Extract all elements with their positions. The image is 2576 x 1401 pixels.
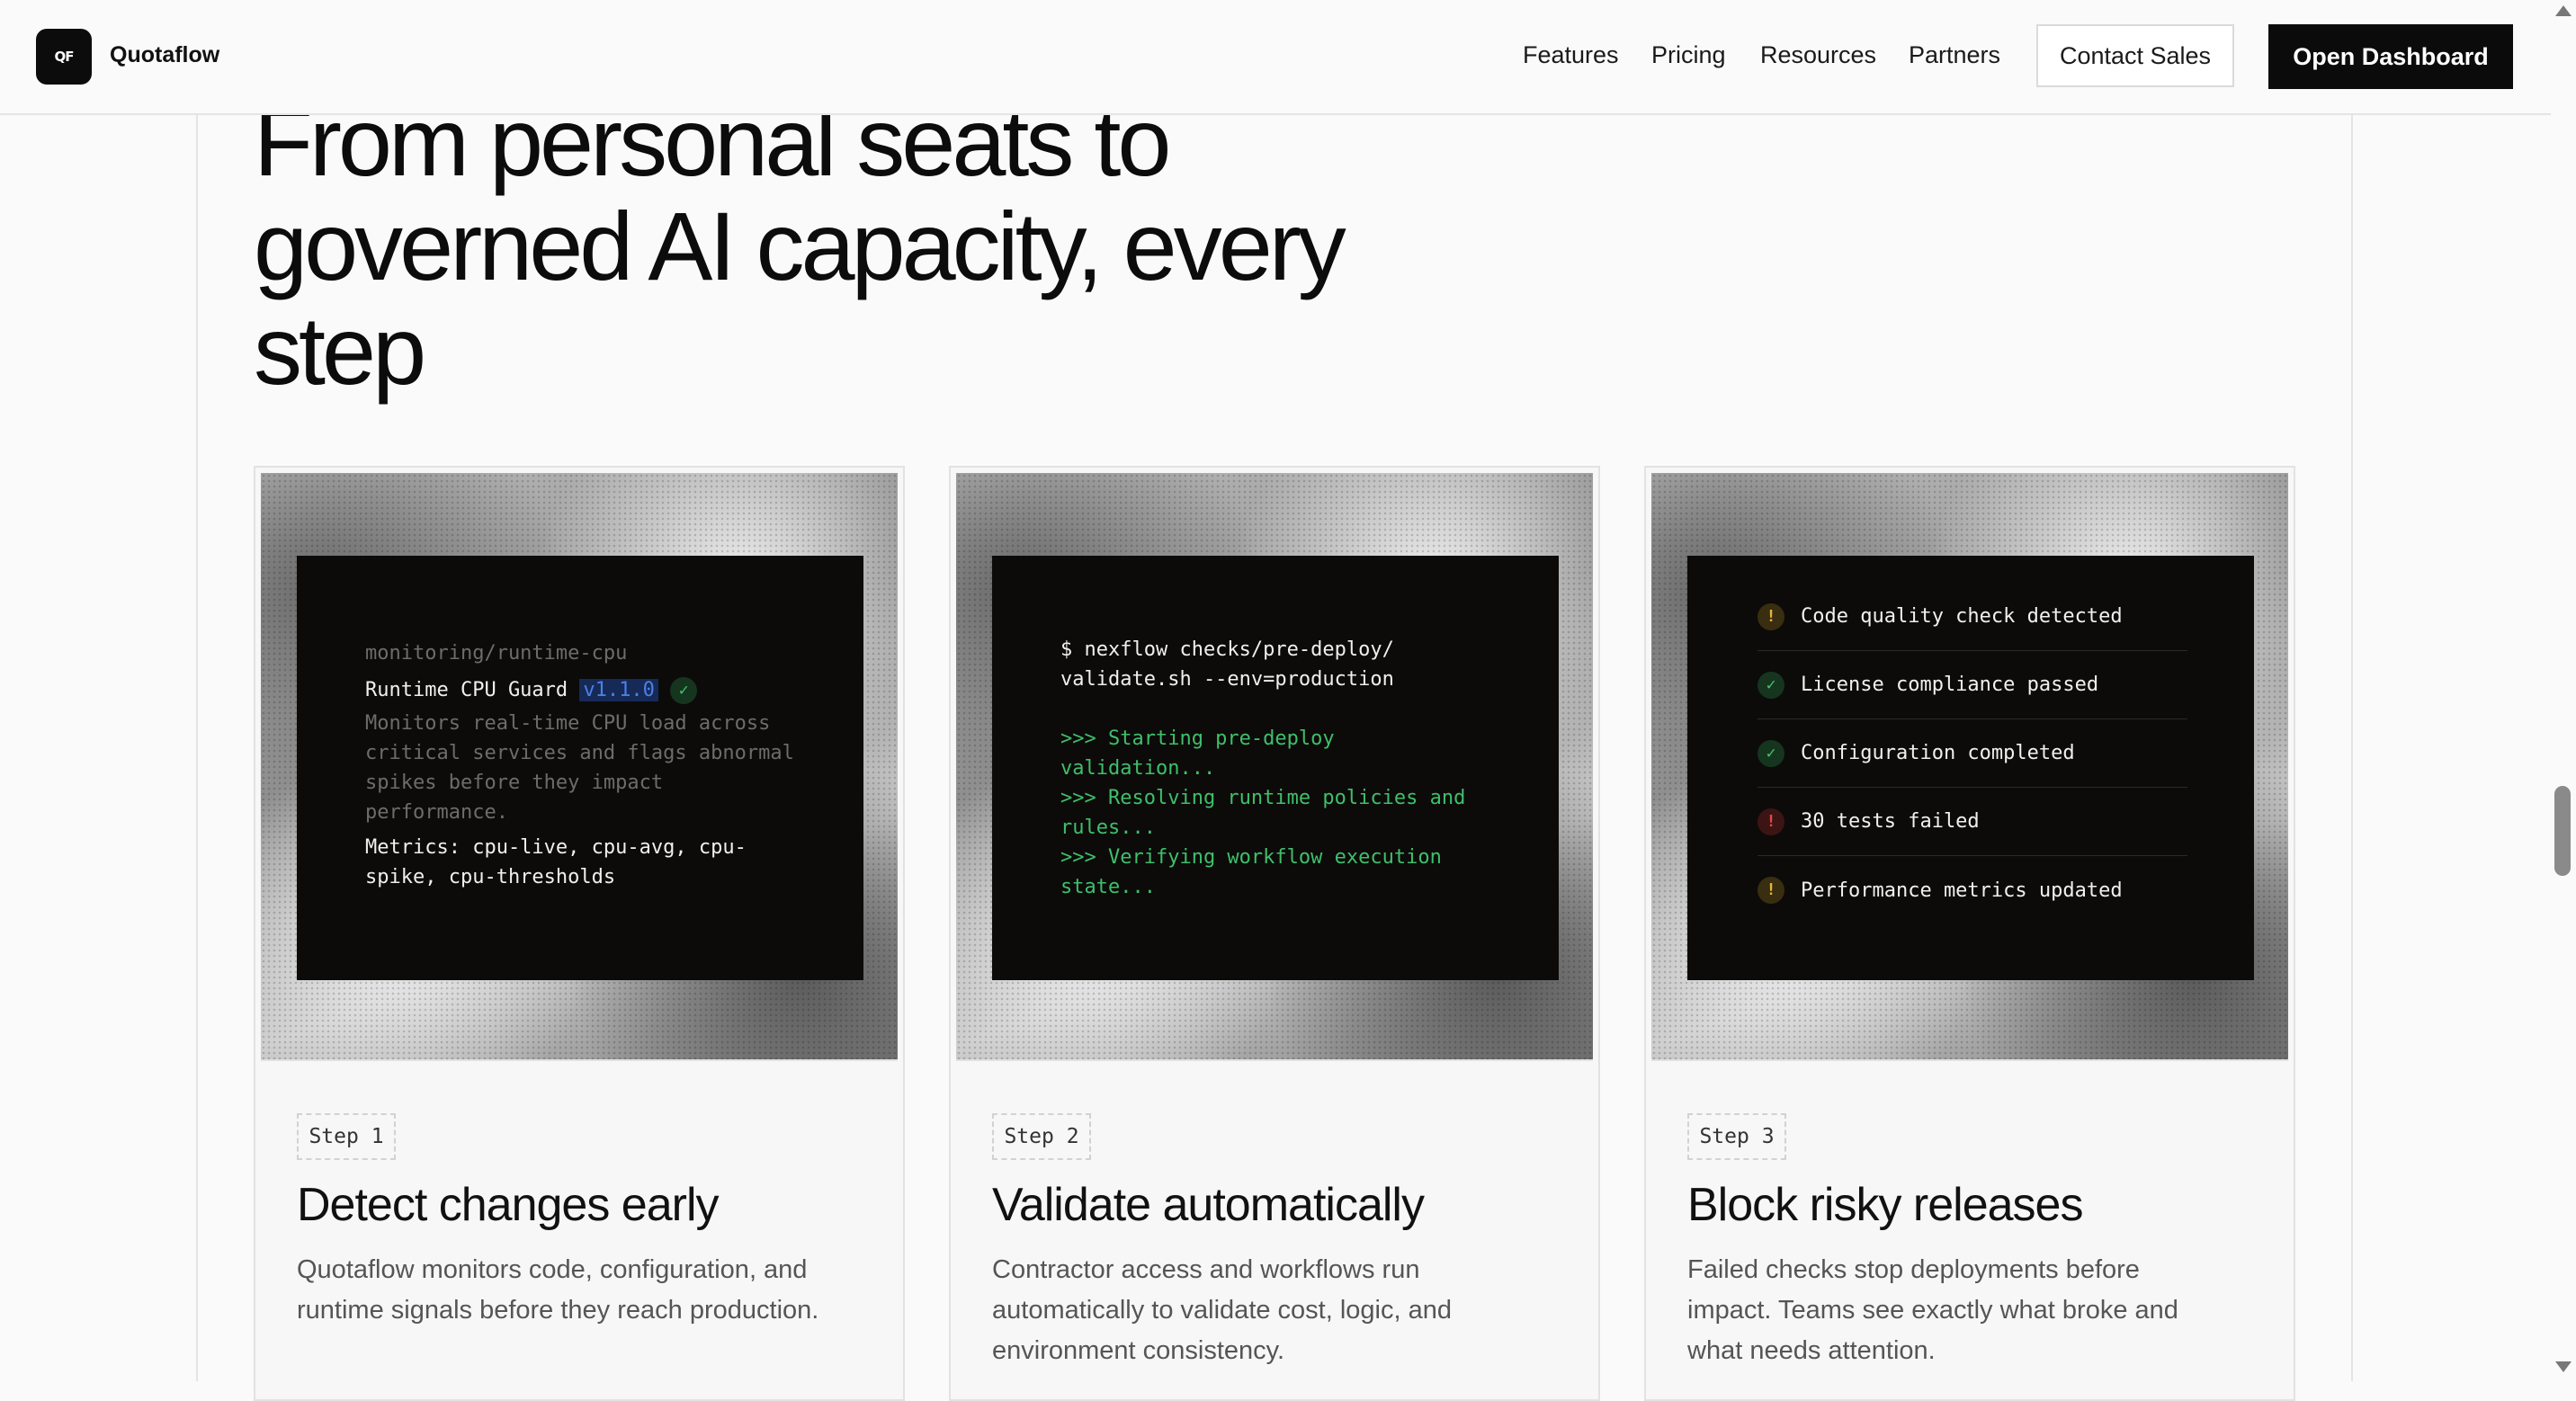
nav-features[interactable]: Features	[1523, 41, 1619, 69]
card-title: Detect changes early	[297, 1179, 719, 1231]
check-row: ✓ Configuration completed	[1758, 719, 2187, 788]
step-badge: Step 1	[297, 1113, 396, 1160]
command-line: $ nexflow checks/pre-deploy/	[1060, 638, 1394, 661]
card-background-image: $ nexflow checks/pre-deploy/ validate.sh…	[956, 473, 1593, 1061]
card-description: Quotaflow monitors code, configuration, …	[297, 1255, 819, 1325]
monitor-name: Runtime CPU Guard	[365, 679, 568, 701]
nav-pricing[interactable]: Pricing	[1651, 41, 1726, 69]
image-divider	[1651, 1059, 2288, 1061]
monitor-desc-line: spikes before they impact	[365, 772, 664, 794]
step-card-2: $ nexflow checks/pre-deploy/ validate.sh…	[949, 466, 1600, 1401]
logo-mark[interactable]: QF	[36, 29, 92, 85]
output-line: validation...	[1060, 757, 1216, 780]
output-line: >>> Resolving runtime policies and	[1060, 787, 1466, 809]
card-title: Validate automatically	[992, 1179, 1425, 1231]
terminal-path: monitoring/runtime-cpu	[365, 642, 628, 665]
card-background-image: ! Code quality check detected ✓ License …	[1651, 473, 2288, 1061]
check-label: License compliance passed	[1801, 674, 2099, 696]
section-headline: From personal seats to governed AI capac…	[254, 90, 1423, 403]
card-description: Failed checks stop deployments before im…	[1687, 1255, 2178, 1365]
scrollbar-thumb[interactable]	[2554, 786, 2571, 876]
command-line: validate.sh --env=production	[1060, 668, 1394, 691]
terminal-panel: $ nexflow checks/pre-deploy/ validate.sh…	[992, 556, 1559, 980]
warning-icon: !	[1758, 877, 1784, 904]
step-badge: Step 3	[1687, 1113, 1786, 1160]
top-navigation: QF Quotaflow Features Pricing Resources …	[0, 0, 2551, 115]
card-background-image: monitoring/runtime-cpu Runtime CPU Guard…	[261, 473, 898, 1061]
output-line: >>> Verifying workflow execution	[1060, 846, 1442, 869]
monitor-desc-line: critical services and flags abnormal	[365, 742, 794, 764]
image-divider	[956, 1059, 1593, 1061]
scrollbar[interactable]	[2551, 0, 2576, 1381]
check-label: Configuration completed	[1801, 742, 2075, 764]
monitor-desc-line: performance.	[365, 801, 508, 824]
brand-name[interactable]: Quotaflow	[110, 42, 219, 68]
check-row: ! Code quality check detected	[1758, 583, 2187, 651]
error-icon: !	[1758, 808, 1784, 835]
check-icon: ✓	[1758, 671, 1784, 699]
version-badge: v1.1.0	[579, 679, 658, 701]
check-label: Performance metrics updated	[1801, 879, 2123, 902]
checks-panel: ! Code quality check detected ✓ License …	[1687, 556, 2254, 980]
check-label: 30 tests failed	[1801, 810, 1980, 833]
headline-line-2: governed AI capacity, every	[254, 192, 1346, 300]
open-dashboard-button[interactable]: Open Dashboard	[2268, 24, 2513, 89]
nav-partners[interactable]: Partners	[1909, 41, 2000, 69]
nav-resources[interactable]: Resources	[1760, 41, 1876, 69]
check-row: ! 30 tests failed	[1758, 788, 2187, 856]
monitor-desc-line: Monitors real-time CPU load across	[365, 712, 771, 735]
check-row: ! Performance metrics updated	[1758, 856, 2187, 924]
metrics-line: Metrics: cpu-live, cpu-avg, cpu-	[365, 836, 747, 859]
check-row: ✓ License compliance passed	[1758, 651, 2187, 719]
check-label: Code quality check detected	[1801, 605, 2123, 628]
step-card-1: monitoring/runtime-cpu Runtime CPU Guard…	[254, 466, 905, 1401]
check-icon: ✓	[1758, 739, 1784, 767]
check-icon: ✓	[670, 677, 698, 704]
image-divider	[261, 1059, 898, 1061]
scroll-up-arrow-icon[interactable]	[2555, 5, 2572, 16]
headline-line-3: step	[254, 296, 426, 405]
metrics-line: spike, cpu-thresholds	[365, 866, 616, 888]
step-badge: Step 2	[992, 1113, 1091, 1160]
contact-sales-button[interactable]: Contact Sales	[2036, 24, 2234, 87]
terminal-panel: monitoring/runtime-cpu Runtime CPU Guard…	[297, 556, 863, 980]
output-line: state...	[1060, 876, 1156, 898]
frame-right-line	[2351, 113, 2353, 1381]
frame-left-line	[196, 113, 198, 1381]
scroll-down-arrow-icon[interactable]	[2555, 1361, 2572, 1372]
step-card-3: ! Code quality check detected ✓ License …	[1644, 466, 2295, 1401]
card-description: Contractor access and workflows run auto…	[992, 1255, 1452, 1365]
output-line: >>> Starting pre-deploy	[1060, 727, 1335, 750]
output-line: rules...	[1060, 817, 1156, 839]
card-title: Block risky releases	[1687, 1179, 2083, 1231]
warning-icon: !	[1758, 602, 1784, 630]
